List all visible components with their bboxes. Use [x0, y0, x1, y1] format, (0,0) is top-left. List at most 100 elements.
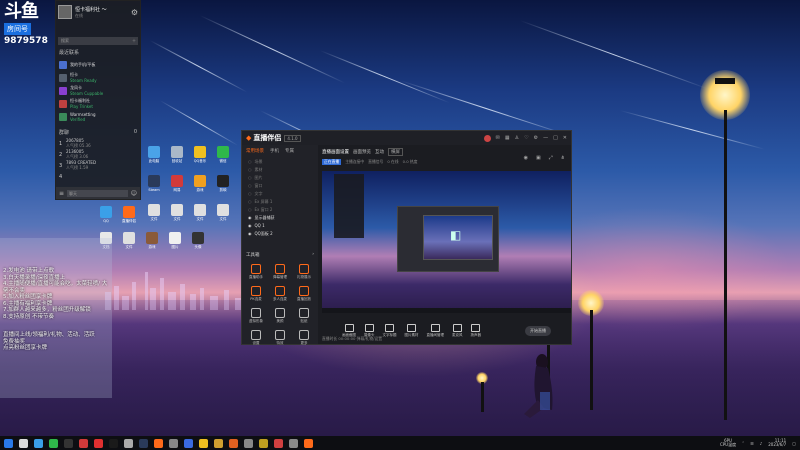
tool-button[interactable]: 更多	[292, 330, 316, 346]
desktop-icon[interactable]: QQ	[97, 206, 115, 223]
taskbar-app-icon[interactable]	[259, 438, 268, 448]
tool-button[interactable]: 贴纸	[292, 308, 316, 324]
avatar[interactable]	[483, 134, 491, 142]
gear-icon[interactable]: ⚙	[131, 8, 138, 17]
tool-button[interactable]: 礼物展示	[292, 264, 316, 280]
desktop-icon[interactable]: 头像	[189, 232, 207, 250]
grid-icon[interactable]: ▦	[505, 135, 510, 141]
start-live-button[interactable]: 开始直播	[525, 326, 551, 336]
layout-icon[interactable]: ▣	[536, 155, 541, 161]
eye-icon[interactable]: ◉	[248, 231, 252, 236]
orientation-badge[interactable]: 横屏	[388, 148, 403, 156]
contact-item[interactable]: 我的手机/平板	[56, 58, 140, 71]
qq-status[interactable]: 在线	[75, 13, 107, 19]
people-icon[interactable]: ☺	[131, 190, 137, 197]
expand-icon[interactable]: ⤢	[549, 155, 553, 161]
taskbar-app-icon[interactable]	[244, 438, 253, 448]
taskbar-app-icon[interactable]	[64, 438, 73, 448]
eye-icon[interactable]: ○	[248, 167, 252, 172]
contact-item[interactable]: 龙凤卡 Steam Cuppable	[56, 84, 140, 97]
desktop-icon[interactable]: 剪映	[214, 175, 232, 193]
tab-scene-1[interactable]: 手机	[270, 148, 279, 154]
tool-button[interactable]: PK连麦	[244, 286, 268, 302]
heart-icon[interactable]: ♡	[524, 135, 528, 141]
contact-item[interactable]: 恒卡 Steam Ready	[56, 71, 140, 84]
taskbar-app-icon[interactable]	[169, 438, 178, 448]
scene-item[interactable]: ○ Ex 窗口 2	[242, 205, 318, 213]
eye-icon[interactable]: ◉	[248, 223, 252, 228]
group-item[interactable]: 3 7893 CREATED 人气榜 1.59	[56, 160, 140, 171]
desktop-icon[interactable]: 文件	[168, 204, 186, 222]
group-item[interactable]: 4	[56, 171, 140, 182]
contact-item[interactable]: Warmsetting Verified	[56, 110, 140, 123]
desktop-icon[interactable]: 回收站	[168, 146, 186, 164]
chevron-right-icon[interactable]: ›	[312, 252, 314, 258]
scene-item[interactable]: ○ 图片	[242, 173, 318, 181]
desktop-icon[interactable]: 文件	[191, 204, 209, 222]
chat-input[interactable]: 聊天	[67, 189, 128, 197]
close-icon[interactable]: ✕	[563, 135, 567, 141]
minimize-icon[interactable]: —	[543, 135, 548, 141]
avatar[interactable]	[58, 5, 72, 19]
desktop-icon[interactable]: Steam	[145, 175, 163, 192]
scene-item[interactable]: ○ 窗口	[242, 181, 318, 189]
desktop-icon[interactable]: 游戏	[143, 232, 161, 250]
contact-item[interactable]: 恒卡福利社 Play Trinket	[56, 97, 140, 110]
control-button[interactable]: 图片素材	[405, 324, 419, 338]
eye-icon[interactable]: ○	[248, 199, 252, 204]
taskbar-app-icon[interactable]	[184, 438, 193, 448]
desktop-icon[interactable]: 此电脑	[145, 146, 163, 164]
tool-button[interactable]: 直播助手	[244, 264, 268, 280]
scene-item[interactable]: ○ 文字	[242, 189, 318, 197]
network-icon[interactable]: ☰	[750, 441, 754, 446]
tab-scene-0[interactable]: 常用场景	[246, 148, 264, 154]
tool-button[interactable]: 虚拟形象	[244, 308, 268, 324]
taskbar-app-icon[interactable]	[274, 438, 283, 448]
control-button[interactable]: 扬声器	[471, 324, 481, 338]
tool-button[interactable]: 弹幕管理	[268, 264, 292, 280]
taskbar-app-icon[interactable]	[229, 438, 238, 448]
menu-icon[interactable]: ≡	[59, 190, 64, 197]
add-icon[interactable]: ＋	[132, 37, 138, 45]
taskbar-app-icon[interactable]	[139, 438, 148, 448]
qq-panel[interactable]: 恒卡福利社 ～ 在线 ⚙ 搜索 ＋ 最近联系 我的手机/平板 恒卡 Steam Re…	[55, 0, 141, 200]
desktop-icon[interactable]: 游戏	[191, 175, 209, 193]
taskbar-app-icon[interactable]	[289, 438, 298, 448]
taskbar-app-icon[interactable]	[19, 438, 28, 448]
taskbar-app-icon[interactable]	[94, 438, 103, 448]
taskbar-app-icon[interactable]	[304, 438, 313, 448]
tab-main-1[interactable]: 画面预览	[353, 149, 371, 155]
windows-start-icon[interactable]	[4, 438, 13, 448]
desktop-icon[interactable]: 图片	[166, 232, 184, 250]
search-input[interactable]: 搜索 ＋	[58, 37, 138, 45]
tool-button[interactable]: 设置	[244, 330, 268, 346]
eye-icon[interactable]: ◉	[248, 215, 252, 220]
tab-scene-2[interactable]: 专属	[285, 148, 294, 154]
taskbar-app-icon[interactable]	[109, 438, 118, 448]
group-item[interactable]: 2 2136005 人气榜 3.06	[56, 149, 140, 160]
stream-preview[interactable]: ◧	[322, 171, 571, 313]
control-button[interactable]: 文字标题	[383, 324, 397, 338]
live-companion-window[interactable]: ◆ 直播伴侣 4.1.0 ✉ ▦ ♙ ♡ ⚙ — □ ✕ 常用场景 手机 专属 ○ 场景…	[241, 130, 572, 345]
chevron-up-icon[interactable]: ˄	[742, 441, 744, 446]
settings-icon[interactable]: ⚙	[534, 135, 538, 141]
taskbar-app-icon[interactable]	[199, 438, 208, 448]
tab-main-2[interactable]: 互动	[375, 149, 384, 155]
scene-item[interactable]: ○ 场景	[242, 157, 318, 165]
scene-item[interactable]: ○ 素材	[242, 165, 318, 173]
control-button[interactable]: 麦克风	[452, 324, 463, 338]
taskbar-app-icon[interactable]	[214, 438, 223, 448]
share-icon[interactable]: ⋔	[561, 155, 565, 161]
taskbar-app-icon[interactable]	[49, 438, 58, 448]
tool-button[interactable]: 特效	[268, 330, 292, 346]
title-bar[interactable]: ◆ 直播伴侣 4.1.0 ✉ ▦ ♙ ♡ ⚙ — □ ✕	[242, 131, 571, 145]
taskbar-app-icon[interactable]	[124, 438, 133, 448]
desktop-icon[interactable]: 文件	[145, 204, 163, 222]
camera-icon[interactable]: ◉	[524, 155, 528, 161]
tool-button[interactable]: 美颜	[268, 308, 292, 324]
shirt-icon[interactable]: ♙	[515, 135, 519, 141]
group-item[interactable]: 1 2067805 人气榜 05.36	[56, 138, 140, 149]
taskbar-app-icon[interactable]	[34, 438, 43, 448]
scene-item[interactable]: ◉ 显示器捕获	[242, 213, 318, 221]
desktop-icon[interactable]: 文件	[120, 232, 138, 250]
